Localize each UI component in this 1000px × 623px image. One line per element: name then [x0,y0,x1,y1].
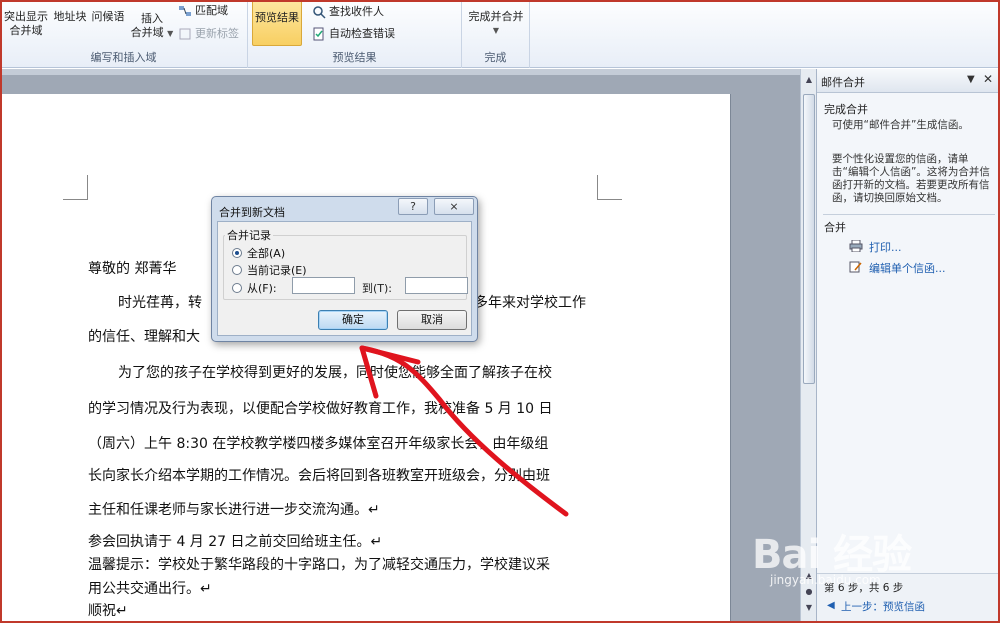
printer-icon [849,240,863,252]
previous-step-link[interactable]: 上一步：预览信函 [841,599,925,614]
highlight-label-2: 合并域 [9,24,43,37]
address-block-label: 地址块 [53,10,87,23]
radio-current-record[interactable]: 当前记录(E) [232,262,307,278]
section-merge: 合并 [824,221,846,234]
match-fields-button[interactable]: 匹配域 [178,4,228,18]
greeting-label: 问候语 [91,10,125,23]
group-label-finish: 完成 [484,51,507,64]
body-line: 参会回执请于 4 月 27 日之前交回给班主任。↵ [88,534,383,550]
ok-button[interactable]: 确定 [318,310,388,330]
body-line: 长向家长介绍本学期的工作情况。会后将回到各班教室开班级会，分别由班 [88,468,550,484]
radio-all[interactable]: 全部(A) [232,245,285,261]
radio-button[interactable] [232,283,242,293]
cancel-button[interactable]: 取消 [397,310,467,330]
scroll-down-icon[interactable]: ▼ [801,601,817,615]
radio-button-checked[interactable] [232,248,242,258]
from-record-input[interactable] [292,277,355,294]
radio-current-label: 当前记录(E) [247,264,307,277]
find-recipient-button[interactable]: 查找收件人 [312,5,384,19]
ribbon: 突出显示 合并域 地址块 问候语 插入 合并域 ▼ 匹配域 更新标签 编写和插入… [0,0,1000,68]
body-line: 为了您的孩子在学校得到更好的发展，同时使您能够全面了解孩子在校 [118,365,552,381]
group-label-write-insert: 编写和插入域 [90,51,157,64]
page-corner-mark [597,175,622,200]
scroll-up-icon[interactable]: ▲ [801,569,817,583]
insert-label-2: 合并域 [130,26,164,39]
insert-merge-field-button[interactable]: 插入 合并域 ▼ [128,12,176,41]
ribbon-group-write-insert: 突出显示 合并域 地址块 问候语 插入 合并域 ▼ 匹配域 更新标签 编写和插入… [0,0,248,68]
chevron-down-icon: ▼ [492,26,500,35]
preview-results-label: 预览结果 [255,11,299,24]
close-icon: ⨯ [449,200,459,213]
select-browse-icon[interactable]: ● [801,585,817,599]
dialog-title: 合并到新文档 [219,206,285,219]
ruler-strip [0,69,800,75]
update-labels-icon [179,28,191,40]
body-line: 的信任、理解和大 [88,329,200,345]
body-line: 顺祝↵ [88,603,128,619]
to-label: 到(T): [362,282,393,295]
body-line: 的学习情况及行为表现，以便配合学校做好教育工作，我校准备 5 月 10 日 [88,401,553,417]
body-line: 用公共交通出行。↵ [88,581,212,597]
mail-merge-pane: 邮件合并 ▼ ✕ 完成合并 可使用“邮件合并”生成信函。 要个性化设置您的信函，… [816,69,1000,623]
match-fields-icon [179,6,191,16]
update-labels-label: 更新标签 [195,27,239,40]
print-link[interactable]: 打印... [869,239,902,255]
edit-letters-icon [849,261,862,273]
to-record-input[interactable] [405,277,468,294]
close-button[interactable]: ⨯ [434,198,474,215]
auto-check-errors-button[interactable]: 自动检查错误 [312,27,395,41]
auto-check-label: 自动检查错误 [329,27,395,40]
help-icon: ? [410,200,416,213]
scroll-up-icon[interactable]: ▲ [801,73,817,87]
pane-description: 可使用“邮件合并”生成信函。 [832,119,969,131]
radio-all-label: 全部(A) [247,247,286,260]
update-labels-button[interactable]: 更新标签 [178,27,239,41]
finish-merge-button[interactable]: 完成并合并 ▼ [466,10,526,38]
pane-footer: 第 6 步，共 6 步 ◀ 上一步：预览信函 [817,573,1000,623]
finish-merge-label: 完成并合并 [468,10,524,23]
radio-from-label: 从(F): [247,282,277,295]
highlight-merge-fields-button[interactable]: 突出显示 合并域 [2,10,50,38]
salutation-line: 尊敬的 郑菁华 [88,261,177,277]
chevron-down-icon: ▼ [167,29,174,38]
body-line: 多年来对学校工作 [474,295,586,311]
scrollbar-thumb[interactable] [803,94,815,384]
check-errors-icon [313,27,324,41]
body-line: （周六）上午 8:30 在学校教学楼四楼多媒体室召开年级家长会，由年级组 [88,436,549,452]
group-label-preview: 预览结果 [332,51,377,64]
greeting-line-button[interactable]: 问候语 [90,10,126,24]
pane-divider [823,214,995,215]
edit-individual-letters-link[interactable]: 编辑单个信函... [869,260,946,276]
radio-button[interactable] [232,265,242,275]
previous-arrow-icon[interactable]: ◀ [827,600,835,611]
preview-results-button[interactable]: 预览结果 [252,0,302,46]
dialog-body: 合并记录 全部(A) 当前记录(E) 从(F): 到(T): 确定 取消 [217,221,472,336]
pane-instructions: 要个性化设置您的信函，请单击“编辑个人信函”。这将为合并信函打开新的文档。若要更… [832,153,990,204]
step-indicator: 第 6 步，共 6 步 [824,582,904,594]
highlight-label-1: 突出显示 [4,10,48,23]
ok-label: 确定 [342,313,364,326]
pane-menu-icon[interactable]: ▼ [967,74,975,85]
find-recipient-label: 查找收件人 [329,5,384,18]
radio-from[interactable]: 从(F): [232,280,277,296]
insert-label-1: 插入 [141,12,163,25]
body-line: 时光荏苒，转 [118,295,202,311]
cancel-label: 取消 [421,313,443,326]
body-line: 温馨提示：学校处于繁华路段的十字路口，为了减轻交通压力，学校建议采 [88,557,550,573]
ribbon-group-preview: 预览结果 查找收件人 自动检查错误 预览结果 [248,0,462,68]
pane-title: 邮件合并 [821,76,865,89]
match-fields-label: 匹配域 [195,4,228,17]
ribbon-group-finish: 完成并合并 ▼ 完成 [462,0,530,68]
help-button[interactable]: ? [398,198,428,215]
merge-records-label: 合并记录 [225,227,273,243]
address-block-button[interactable]: 地址块 [52,10,88,24]
section-complete-merge: 完成合并 [824,103,868,116]
close-icon[interactable]: ✕ [983,72,993,86]
page-corner-mark [63,175,88,200]
find-recipient-icon [313,6,326,19]
vertical-scrollbar[interactable]: ▲ ▲ ● ▼ [800,69,816,623]
merge-to-new-document-dialog: 合并到新文档 ? ⨯ 合并记录 全部(A) 当前记录(E) 从(F): 到(T)… [211,196,478,342]
body-line: 主任和任课老师与家长进行进一步交流沟通。↵ [88,502,380,518]
pane-header: 邮件合并 ▼ ✕ [817,69,1000,93]
